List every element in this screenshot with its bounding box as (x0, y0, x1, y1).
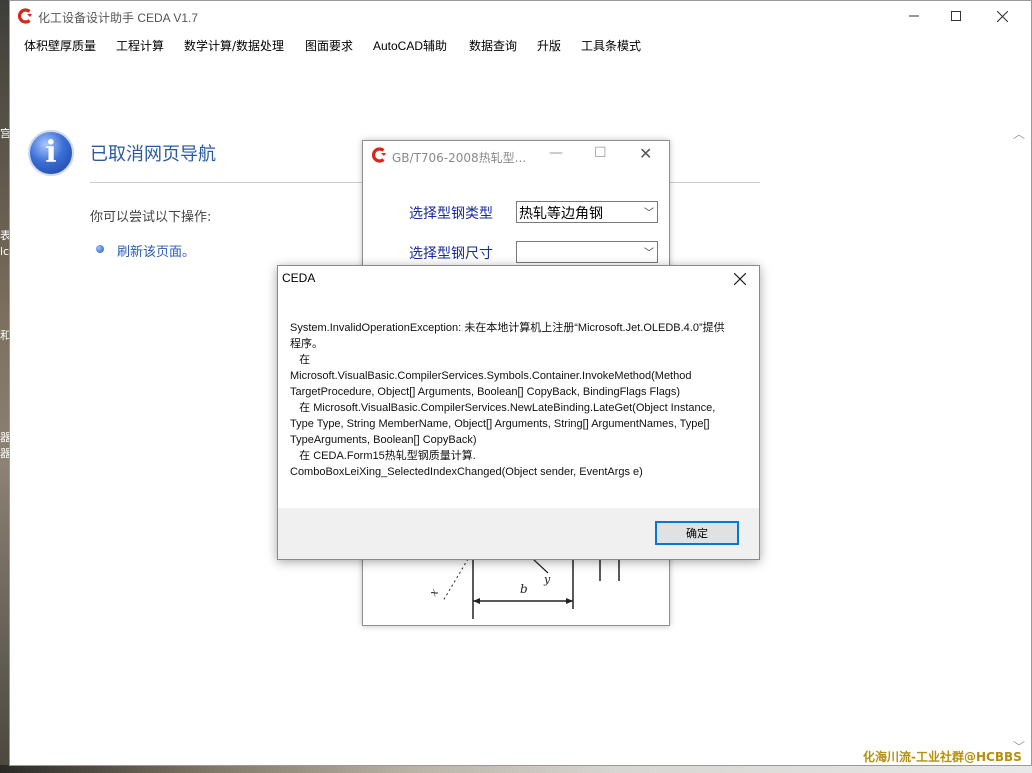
menu-bar: 体积壁厚质量 工程计算 数学计算/数据处理 图面要求 AutoCAD辅助 数据查… (10, 33, 1031, 57)
window-title: GB/T706-2008热轧型... (392, 151, 527, 165)
error-dialog: CEDA System.InvalidOperationException: 未… (277, 265, 760, 560)
dialog-close-button[interactable] (733, 268, 747, 290)
menu-volume-thickness-mass[interactable]: 体积壁厚质量 (24, 37, 96, 54)
minimize-button[interactable] (891, 1, 937, 31)
watermark: 化海川流-工业社群@HCBBS (863, 750, 1022, 764)
close-icon (733, 272, 747, 286)
desktop-icon-label: 宫 (0, 128, 9, 140)
desktop-background-strip (0, 765, 1032, 773)
svg-text:x: x (427, 586, 442, 599)
info-icon: i (28, 130, 74, 176)
menu-drawing-requirements[interactable]: 图面要求 (305, 37, 353, 54)
ceda-logo-icon (17, 8, 32, 24)
menu-toolbar-mode[interactable]: 工具条模式 (581, 37, 641, 54)
chevron-down-icon: ﹀ (644, 248, 654, 259)
scroll-up-icon[interactable]: ︿ (1013, 125, 1025, 142)
menu-data-query[interactable]: 数据查询 (469, 37, 517, 54)
window-title: 化工设备设计助手 CEDA V1.7 (38, 11, 199, 25)
page-title: 已取消网页导航 (90, 144, 216, 165)
desktop-icon-label: 表 (0, 230, 9, 242)
menu-math-data-processing[interactable]: 数学计算/数据处理 (184, 37, 284, 54)
suggestion-text: 你可以尝试以下操作: (90, 210, 212, 225)
close-button[interactable] (979, 1, 1025, 31)
error-message: System.InvalidOperationException: 未在本地计算… (290, 322, 725, 478)
maximize-button[interactable]: ☐ (594, 145, 607, 161)
steel-type-select[interactable]: 热轧等边角钢 ﹀ (516, 201, 658, 223)
desktop-icon-label: 和 (0, 330, 9, 342)
desktop-background: 宫 表 lc 和 器 器 (0, 0, 9, 773)
menu-engineering-calc[interactable]: 工程计算 (116, 37, 164, 54)
svg-text:b: b (520, 582, 528, 596)
bullet-icon (96, 245, 104, 253)
angle-steel-diagram: b y x (427, 559, 620, 619)
maximize-icon (951, 11, 961, 21)
ceda-logo-icon (371, 147, 386, 163)
desktop-icon-label: 器 (0, 432, 9, 444)
dialog-title: CEDA (282, 271, 316, 285)
chevron-down-icon: ﹀ (644, 208, 654, 219)
menu-autocad-assist[interactable]: AutoCAD辅助 (373, 37, 447, 54)
svg-text:y: y (543, 573, 551, 586)
steel-size-select[interactable]: ﹀ (516, 241, 658, 263)
title-bar[interactable]: 化工设备设计助手 CEDA V1.7 (10, 1, 1031, 33)
dialog-footer: 确定 (278, 508, 759, 559)
maximize-button[interactable] (933, 1, 979, 31)
menu-upgrade[interactable]: 升版 (537, 37, 561, 54)
desktop-icon-label: lc (0, 246, 9, 258)
minimize-button[interactable]: — (549, 145, 563, 161)
steel-size-label: 选择型钢尺寸 (409, 246, 493, 262)
close-button[interactable]: ✕ (639, 144, 652, 163)
steel-type-value: 热轧等边角钢 (519, 206, 603, 222)
refresh-link[interactable]: 刷新该页面。 (117, 241, 195, 260)
ok-button[interactable]: 确定 (655, 521, 739, 545)
steel-type-label: 选择型钢类型 (409, 206, 493, 222)
desktop-icon-label: 器 (0, 448, 9, 460)
minimize-icon (909, 15, 919, 17)
close-icon (996, 10, 1008, 22)
